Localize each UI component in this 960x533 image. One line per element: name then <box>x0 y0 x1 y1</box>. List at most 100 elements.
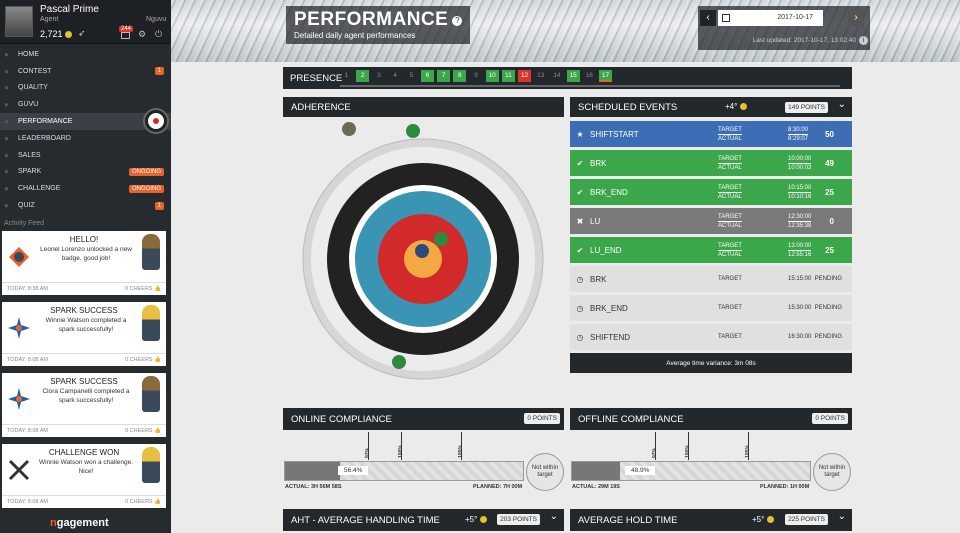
nav-item-home[interactable]: ● Home <box>0 46 171 63</box>
chevron-down-icon[interactable]: ⌄ <box>550 511 558 522</box>
event-row[interactable]: ✔ BRK Target Actual 10:00:00 10:00:03 49 <box>570 150 852 176</box>
nav-item-guvu[interactable]: ● Guvu <box>0 96 171 113</box>
event-row[interactable]: ✔ LU_END Target Actual 13:00:00 12:55:16 25 <box>570 237 852 263</box>
nav-item-quality[interactable]: ● Quality <box>0 80 171 97</box>
prev-day-button[interactable]: ‹ <box>700 10 716 26</box>
offline-label: OFFLINE COMPLIANCE <box>578 413 684 425</box>
date-field[interactable]: 2017-10-17 <box>718 10 823 26</box>
presence-day[interactable]: 12 <box>518 70 532 82</box>
presence-day[interactable]: 15 <box>566 70 580 82</box>
thumbs-up-icon[interactable]: 👍 <box>154 357 161 363</box>
event-row[interactable]: ✖ LU Target Actual 12:30:00 12:35:38 0 <box>570 208 852 234</box>
presence-days: 1 2 3 4 5 6 7 8 9 10 11 12 13 14 15 16 17 <box>340 70 615 82</box>
presence-day[interactable]: 3 <box>372 70 385 82</box>
clock-icon: ◷ <box>576 332 584 342</box>
presence-day[interactable]: 10 <box>485 70 499 82</box>
thumbs-up-icon[interactable]: 👍 <box>154 499 161 505</box>
event-labels: Target Actual <box>718 184 742 201</box>
nav-item-label: Challenge <box>18 185 61 193</box>
nav-item-leaderboard[interactable]: ● Leaderboard <box>0 130 171 147</box>
presence-day[interactable]: 11 <box>501 70 515 82</box>
event-row[interactable]: ◷ BRK Target 15:15:00 Pending <box>570 266 852 292</box>
event-times: 10:00:00 10:00:03 <box>788 155 812 172</box>
nav-item-spark[interactable]: ● Spark ONGOING <box>0 164 171 181</box>
spark-icon <box>8 387 30 410</box>
profile-name: Pascal Prime <box>40 4 99 15</box>
presence-day[interactable]: 4 <box>389 70 402 82</box>
thumbs-up-icon[interactable]: 👍 <box>154 428 161 434</box>
marker-green-top-icon[interactable] <box>406 124 420 138</box>
scheduled-events-header[interactable]: SCHEDULED EVENTS +4° 149 POINTS ⌄ <box>570 97 852 117</box>
settings-icon[interactable]: ⚙ <box>138 29 146 40</box>
presence-day[interactable]: 5 <box>405 70 418 82</box>
thumbs-up-icon[interactable]: 👍 <box>154 286 161 292</box>
target-label: Target <box>718 214 742 222</box>
avatar[interactable] <box>5 6 33 37</box>
online-compliance-header[interactable]: ONLINE COMPLIANCE 0 POINTS <box>283 408 564 430</box>
nav-item-performance[interactable]: ● Performance <box>0 110 171 133</box>
event-row[interactable]: ◷ SHIFTEND Target 16:30:00 Pending <box>570 324 852 350</box>
cheers[interactable]: 0 CHEERS 👍 <box>125 286 161 292</box>
target-label: Target <box>718 243 742 251</box>
next-day-button[interactable]: › <box>848 10 864 26</box>
adherence-header[interactable]: ADHERENCE <box>283 97 564 117</box>
rocket-icon[interactable]: ➶ <box>78 28 86 39</box>
presence-day[interactable]: 2 <box>356 70 370 82</box>
event-row[interactable]: ★ SHIFTSTART Target Actual 8:30:00 8:29:07 50 <box>570 121 852 147</box>
cheers[interactable]: 0 CHEERS 👍 <box>125 499 161 505</box>
marker-gray-dot[interactable] <box>342 122 356 136</box>
nav-item-contest[interactable]: ● Contest 1 <box>0 63 171 80</box>
event-pending: Pending <box>814 276 842 282</box>
offline-actual: ACTUAL: 29m 19s <box>572 484 620 490</box>
marker-green-center-icon[interactable] <box>434 232 448 246</box>
chevron-down-icon[interactable]: ⌄ <box>838 99 846 110</box>
avatar <box>142 375 160 412</box>
presence-day[interactable]: 13 <box>534 70 547 82</box>
presence-day[interactable]: 8 <box>453 70 467 82</box>
x-icon: ✖ <box>576 216 584 226</box>
presence-day[interactable]: 14 <box>550 70 563 82</box>
online-label: ONLINE COMPLIANCE <box>291 413 392 425</box>
logo-prefix: n <box>50 517 57 529</box>
activity-text: Winnie Watson completed a spark successf… <box>45 316 127 333</box>
event-score: 25 <box>825 187 834 197</box>
presence-day[interactable]: 1 <box>340 70 353 82</box>
presence-day[interactable]: 17 <box>599 70 612 82</box>
presence-day[interactable]: 7 <box>437 70 451 82</box>
logout-icon[interactable]: ⏻ <box>155 29 162 40</box>
presence-day[interactable]: 6 <box>420 70 434 82</box>
mail-icon[interactable] <box>121 32 130 39</box>
event-name: LU <box>590 216 601 226</box>
nav-badge: ONGOING <box>128 184 164 193</box>
online-points: 0 POINTS <box>524 413 560 424</box>
online-actual: ACTUAL: 3h 56m 58s <box>285 484 342 490</box>
event-times: 8:30:00 8:29:07 <box>788 126 809 143</box>
marker-blue-center-icon[interactable] <box>415 244 429 258</box>
presence-day[interactable]: 16 <box>583 70 596 82</box>
event-pending: Pending <box>814 334 842 340</box>
help-icon[interactable]: ? <box>452 15 463 26</box>
cheers[interactable]: 0 CHEERS 👍 <box>125 357 161 363</box>
chevron-down-icon[interactable]: ⌄ <box>838 511 846 522</box>
target-label: Target <box>718 305 742 311</box>
offline-compliance-header[interactable]: OFFLINE COMPLIANCE 0 POINTS <box>570 408 852 430</box>
aht-header[interactable]: AHT - AVERAGE HANDLING TIME +5° 203 POIN… <box>283 509 564 531</box>
star-icon: ★ <box>576 129 584 139</box>
actual-label: Actual <box>718 194 742 200</box>
coin-icon <box>739 103 747 111</box>
avg-hold-header[interactable]: AVERAGE HOLD TIME +5° 225 POINTS ⌄ <box>570 509 852 531</box>
marker-green-bottom-icon[interactable] <box>392 355 406 369</box>
check-icon: ✔ <box>576 245 584 255</box>
event-row[interactable]: ✔ BRK_END Target Actual 10:15:00 10:10:16 25 <box>570 179 852 205</box>
nav-item-sales[interactable]: ● Sales <box>0 147 171 164</box>
nav-item-quiz[interactable]: ● Quiz 1 <box>0 197 171 214</box>
presence-day[interactable]: 9 <box>470 70 483 82</box>
check-icon: ✔ <box>576 187 584 197</box>
event-row[interactable]: ◷ BRK_END Target 15:30:00 Pending <box>570 295 852 321</box>
nav-item-challenge[interactable]: ● Challenge ONGOING <box>0 180 171 197</box>
average-time-variance: Average time variance: 3m 08s <box>570 353 852 373</box>
offline-tick-label: 105% <box>745 445 751 458</box>
info-icon[interactable]: i <box>859 36 868 45</box>
offline-bar: 48.9% <box>571 461 811 481</box>
cheers[interactable]: 0 CHEERS 👍 <box>125 428 161 434</box>
